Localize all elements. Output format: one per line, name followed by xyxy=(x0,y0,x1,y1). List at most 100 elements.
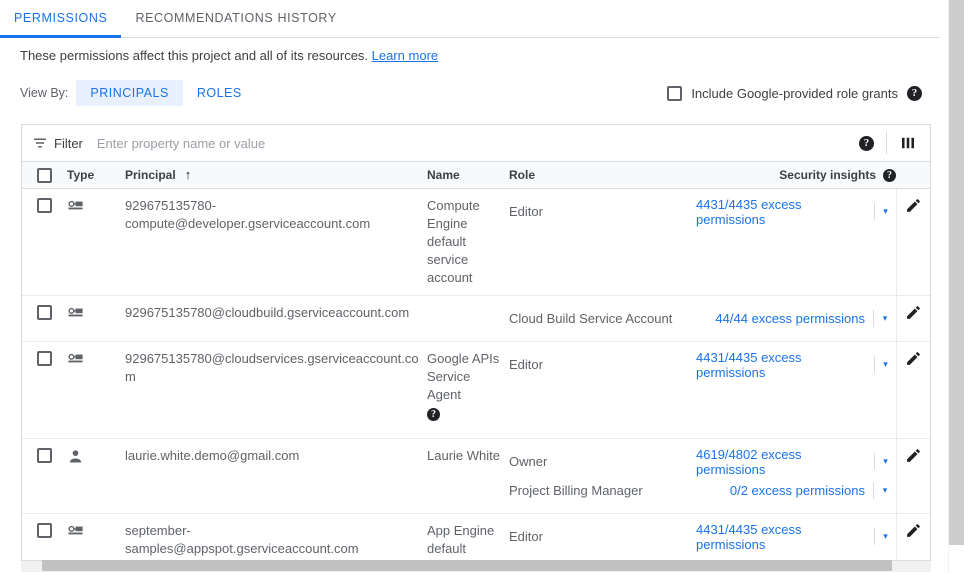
row-checkbox[interactable] xyxy=(37,351,52,366)
role-label: Cloud Build Service Account xyxy=(509,304,688,333)
service-account-key-icon xyxy=(67,523,84,540)
row-checkbox[interactable] xyxy=(37,523,52,538)
edit-pencil-icon[interactable] xyxy=(905,304,922,321)
help-icon[interactable]: ? xyxy=(907,86,922,101)
row-type-cell xyxy=(67,189,125,295)
excess-permissions-link[interactable]: 44/44 excess permissions xyxy=(715,311,873,326)
column-header-role[interactable]: Role xyxy=(509,166,696,184)
row-edit-cell[interactable] xyxy=(896,342,930,438)
row-role-cell: Editor xyxy=(509,342,696,438)
horizontal-scrollbar-track[interactable] xyxy=(21,561,931,572)
row-name-cell: Google APIs Service Agent? xyxy=(427,342,509,438)
row-checkbox[interactable] xyxy=(37,448,52,463)
tab-recommendations-history[interactable]: RECOMMENDATIONS HISTORY xyxy=(121,0,350,37)
table-row[interactable]: 929675135780@cloudservices.gserviceaccou… xyxy=(22,342,930,439)
table-row[interactable]: september-samples@appspot.gserviceaccoun… xyxy=(22,514,930,562)
edit-pencil-icon[interactable] xyxy=(905,197,922,214)
search-input[interactable] xyxy=(95,135,859,152)
chevron-down-icon[interactable]: ▾ xyxy=(875,531,896,542)
view-by-principals[interactable]: PRINCIPALS xyxy=(76,80,182,106)
help-icon[interactable]: ? xyxy=(883,169,896,182)
include-google-grants-checkbox[interactable] xyxy=(667,86,682,101)
chevron-down-icon[interactable]: ▾ xyxy=(875,359,896,370)
excess-permissions-link[interactable]: 4619/4802 excess permissions xyxy=(696,447,874,477)
chevron-down-icon[interactable]: ▾ xyxy=(874,313,896,324)
security-insight-row: 4619/4802 excess permissions▾ xyxy=(696,447,896,476)
table-row[interactable]: laurie.white.demo@gmail.comLaurie WhiteO… xyxy=(22,439,930,514)
tab-permissions[interactable]: PERMISSIONS xyxy=(0,0,121,37)
learn-more-link[interactable]: Learn more xyxy=(372,48,438,63)
view-by-label: View By: xyxy=(20,86,68,100)
edit-pencil-icon[interactable] xyxy=(905,447,922,464)
help-icon[interactable]: ? xyxy=(427,408,440,421)
page-description: These permissions affect this project an… xyxy=(20,48,438,63)
horizontal-scrollbar-thumb[interactable] xyxy=(42,560,892,571)
row-edit-cell[interactable] xyxy=(896,514,930,562)
row-edit-cell[interactable] xyxy=(896,296,930,341)
column-settings-icon[interactable] xyxy=(899,134,917,152)
row-edit-cell[interactable] xyxy=(896,439,930,513)
edit-pencil-icon[interactable] xyxy=(905,522,922,539)
service-account-key-icon xyxy=(67,351,84,368)
excess-permissions-link[interactable]: 0/2 excess permissions xyxy=(730,483,873,498)
security-insight-row: 44/44 excess permissions▾ xyxy=(715,304,896,333)
filter-list-icon[interactable] xyxy=(31,134,49,152)
column-header-security-insights-label: Security insights xyxy=(779,168,876,182)
view-by-roles-label: ROLES xyxy=(197,86,242,100)
column-header-principal-label: Principal xyxy=(125,166,176,184)
table-body: 929675135780-compute@developer.gservicea… xyxy=(22,189,930,562)
excess-permissions-link[interactable]: 4431/4435 excess permissions xyxy=(696,197,874,227)
help-icon[interactable]: ? xyxy=(859,136,874,151)
excess-permissions-link[interactable]: 4431/4435 excess permissions xyxy=(696,350,874,380)
principal-name: Compute Engine default service account xyxy=(427,197,501,287)
role-label: Editor xyxy=(509,197,688,226)
row-security-insights-cell: 4431/4435 excess permissions▾ xyxy=(696,514,896,562)
row-checkbox[interactable] xyxy=(37,198,52,213)
row-select-cell xyxy=(22,189,67,295)
edit-pencil-icon[interactable] xyxy=(905,350,922,367)
principal-email[interactable]: laurie.white.demo@gmail.com xyxy=(125,439,427,513)
filter-label: Filter xyxy=(54,136,83,151)
table-row[interactable]: 929675135780@cloudbuild.gserviceaccount.… xyxy=(22,296,930,342)
row-security-insights-cell: 44/44 excess permissions▾ xyxy=(696,296,896,341)
row-security-insights-cell: 4431/4435 excess permissions▾ xyxy=(696,342,896,438)
filter-bar: Filter ? xyxy=(22,125,930,162)
column-header-type[interactable]: Type xyxy=(67,168,125,182)
security-insight-row: 0/2 excess permissions▾ xyxy=(730,476,896,505)
service-account-key-icon xyxy=(67,198,84,215)
principal-email[interactable]: 929675135780@cloudbuild.gserviceaccount.… xyxy=(125,296,427,341)
row-select-cell xyxy=(22,342,67,438)
row-name-cell xyxy=(427,296,509,341)
role-label: Editor xyxy=(509,522,688,551)
row-security-insights-cell: 4431/4435 excess permissions▾ xyxy=(696,189,896,295)
chevron-down-icon[interactable]: ▾ xyxy=(875,456,896,467)
select-all-checkbox[interactable] xyxy=(37,168,52,183)
view-by-roles[interactable]: ROLES xyxy=(183,80,256,106)
sort-ascending-icon[interactable]: ↑ xyxy=(185,166,192,184)
row-type-cell xyxy=(67,296,125,341)
chevron-down-icon[interactable]: ▾ xyxy=(875,206,896,217)
iam-permissions-page: PERMISSIONS RECOMMENDATIONS HISTORY Thes… xyxy=(0,0,965,573)
select-all-cell xyxy=(22,168,67,183)
row-edit-cell[interactable] xyxy=(896,189,930,295)
row-checkbox[interactable] xyxy=(37,305,52,320)
table-row[interactable]: 929675135780-compute@developer.gservicea… xyxy=(22,189,930,296)
vertical-scrollbar-track[interactable] xyxy=(948,0,965,573)
row-role-cell: Editor xyxy=(509,514,696,562)
principal-name: Google APIs Service Agent xyxy=(427,350,501,404)
tab-permissions-label: PERMISSIONS xyxy=(14,11,107,25)
role-label: Project Billing Manager xyxy=(509,476,688,505)
tab-strip: PERMISSIONS RECOMMENDATIONS HISTORY xyxy=(0,0,940,38)
row-select-cell xyxy=(22,296,67,341)
column-header-name[interactable]: Name xyxy=(427,166,509,184)
chevron-down-icon[interactable]: ▾ xyxy=(874,485,896,496)
column-header-principal[interactable]: Principal ↑ xyxy=(125,166,427,184)
principal-email[interactable]: 929675135780@cloudservices.gserviceaccou… xyxy=(125,342,427,438)
role-label: Owner xyxy=(509,447,688,476)
row-role-cell: Editor xyxy=(509,189,696,295)
vertical-scrollbar-thumb[interactable] xyxy=(949,0,964,545)
excess-permissions-link[interactable]: 4431/4435 excess permissions xyxy=(696,522,874,552)
column-header-security-insights[interactable]: Security insights ? xyxy=(696,168,896,182)
principal-email[interactable]: september-samples@appspot.gserviceaccoun… xyxy=(125,514,427,562)
principal-email[interactable]: 929675135780-compute@developer.gservicea… xyxy=(125,189,427,295)
